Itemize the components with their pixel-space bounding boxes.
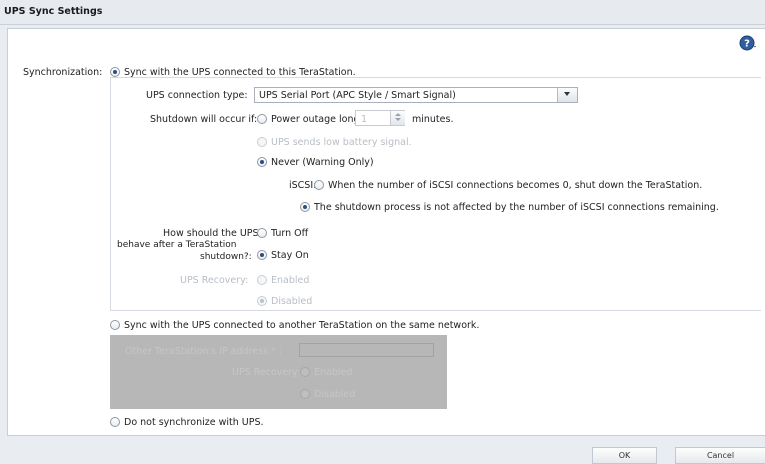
minutes-value: 1 [361,114,368,125]
recovery-disabled-label: Disabled [271,296,313,307]
other-recovery-label: UPS Recovery: [232,367,301,378]
low-battery-radio[interactable] [257,137,267,147]
minutes-label: minutes. [412,114,454,125]
other-recovery-disabled-label: Disabled [314,389,356,400]
recovery-disabled-radio[interactable] [257,296,267,306]
power-outage-radio[interactable] [257,114,267,124]
connection-type-dropdown-button[interactable] [557,88,577,102]
other-ip-label: Other TeraStation's IP address * : [125,346,282,357]
stay-on-radio[interactable] [257,250,267,260]
svg-text:?: ? [744,39,750,50]
chevron-down-icon [564,92,570,96]
shutdown-label: Shutdown will occur if: [150,114,258,125]
recovery-enabled-radio[interactable] [257,275,267,285]
recovery-enabled-label: Enabled [271,275,310,286]
minutes-spinner[interactable] [390,111,405,125]
turn-off-label: Turn Off [271,228,309,239]
ups-recovery-label: UPS Recovery: [180,275,249,286]
spinner-arrows-icon [395,113,401,121]
iscsi-ignore-radio[interactable] [300,202,310,212]
iscsi-shutdown-label: When the number of iSCSI connections bec… [328,180,703,191]
iscsi-ignore-label: The shutdown process is not affected by … [314,202,719,213]
sync-local-radio[interactable] [110,67,120,77]
other-recovery-enabled-radio[interactable] [300,367,310,377]
iscsi-shutdown-radio[interactable] [314,180,324,190]
behave-label-line1: How should the UPS [163,228,259,239]
no-sync-radio[interactable] [110,417,120,427]
other-recovery-enabled-label: Enabled [314,367,353,378]
ok-button[interactable]: OK [592,447,657,464]
sync-remote-radio[interactable] [110,320,120,330]
stay-on-label: Stay On [271,250,309,261]
sync-remote-label: Sync with the UPS connected to another T… [124,320,480,331]
synchronization-label: Synchronization: [23,67,103,78]
cancel-button[interactable]: Cancel [675,447,765,464]
never-radio[interactable] [257,157,267,167]
connection-type-value: UPS Serial Port (APC Style / Smart Signa… [259,90,456,101]
other-recovery-disabled-radio[interactable] [300,389,310,399]
dialog-title: UPS Sync Settings [4,6,103,17]
connection-type-label: UPS connection type: [146,90,248,101]
iscsi-label: iSCSI: [289,180,317,191]
help-icon[interactable]: ? [739,35,757,53]
behave-label-line2: behave after a TeraStation [117,240,237,250]
no-sync-label: Do not synchronize with UPS. [124,417,264,428]
ups-sync-settings-dialog: UPS Sync Settings ? Synchronization: Syn… [0,0,765,464]
other-ip-input[interactable] [299,343,434,357]
never-label: Never (Warning Only) [271,157,374,168]
turn-off-radio[interactable] [257,228,267,238]
low-battery-label: UPS sends low battery signal. [271,137,412,148]
behave-label-line3: shutdown?: [200,252,252,262]
dialog-titlebar: UPS Sync Settings [0,0,765,25]
